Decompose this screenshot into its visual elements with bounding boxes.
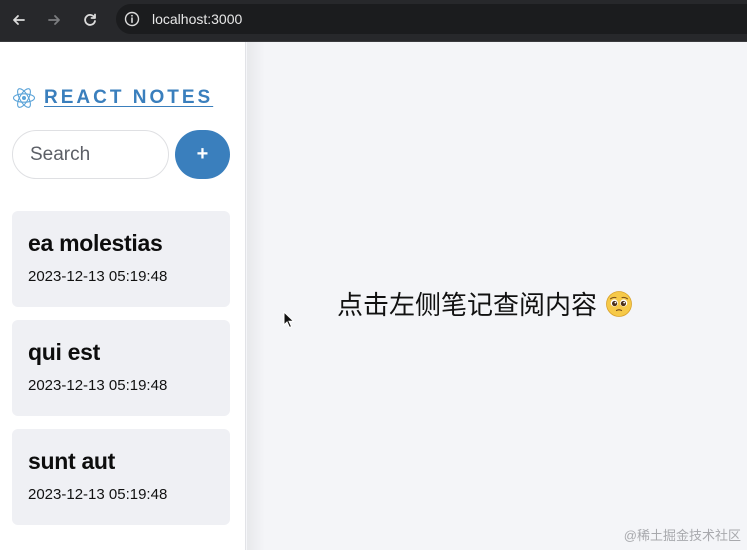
forward-arrow-icon[interactable] bbox=[43, 9, 65, 31]
info-icon[interactable] bbox=[124, 11, 140, 27]
watermark: @稀土掘金技术社区 bbox=[623, 528, 741, 543]
browser-toolbar: localhost:3000 bbox=[0, 0, 747, 42]
brand-title[interactable]: REACT NOTES bbox=[44, 87, 213, 109]
empty-state-text: 点击左侧笔记查阅内容 bbox=[337, 291, 598, 321]
note-date: 2023-12-13 05:19:48 bbox=[28, 268, 168, 285]
brand-link[interactable]: REACT NOTES bbox=[12, 86, 213, 110]
react-atom-icon bbox=[12, 88, 36, 108]
mouse-cursor-icon bbox=[283, 311, 295, 329]
note-title: sunt aut bbox=[28, 448, 116, 474]
back-arrow-icon[interactable] bbox=[8, 9, 30, 31]
sidebar: REACT NOTES + ea molestias 2023-12-13 05… bbox=[0, 42, 246, 550]
note-date: 2023-12-13 05:19:48 bbox=[28, 486, 168, 503]
empty-state: 点击左侧笔记查阅内容 bbox=[337, 285, 633, 322]
note-title: qui est bbox=[28, 339, 101, 365]
note-item[interactable]: qui est 2023-12-13 05:19:48 bbox=[12, 320, 230, 416]
url-text: localhost:3000 bbox=[152, 11, 243, 27]
note-title: ea molestias bbox=[28, 230, 163, 256]
sidebar-shadow bbox=[247, 42, 265, 550]
search-input[interactable] bbox=[12, 130, 169, 179]
note-viewer: 点击左侧笔记查阅内容 @稀土掘金技术社区 bbox=[247, 42, 747, 550]
note-item[interactable]: sunt aut 2023-12-13 05:19:48 bbox=[12, 429, 230, 525]
address-bar[interactable]: localhost:3000 bbox=[116, 4, 747, 34]
add-note-button[interactable]: + bbox=[175, 130, 230, 179]
note-date: 2023-12-13 05:19:48 bbox=[28, 377, 168, 394]
reload-icon[interactable] bbox=[79, 9, 101, 31]
note-item[interactable]: ea molestias 2023-12-13 05:19:48 bbox=[12, 211, 230, 307]
pleading-face-icon bbox=[606, 290, 632, 317]
